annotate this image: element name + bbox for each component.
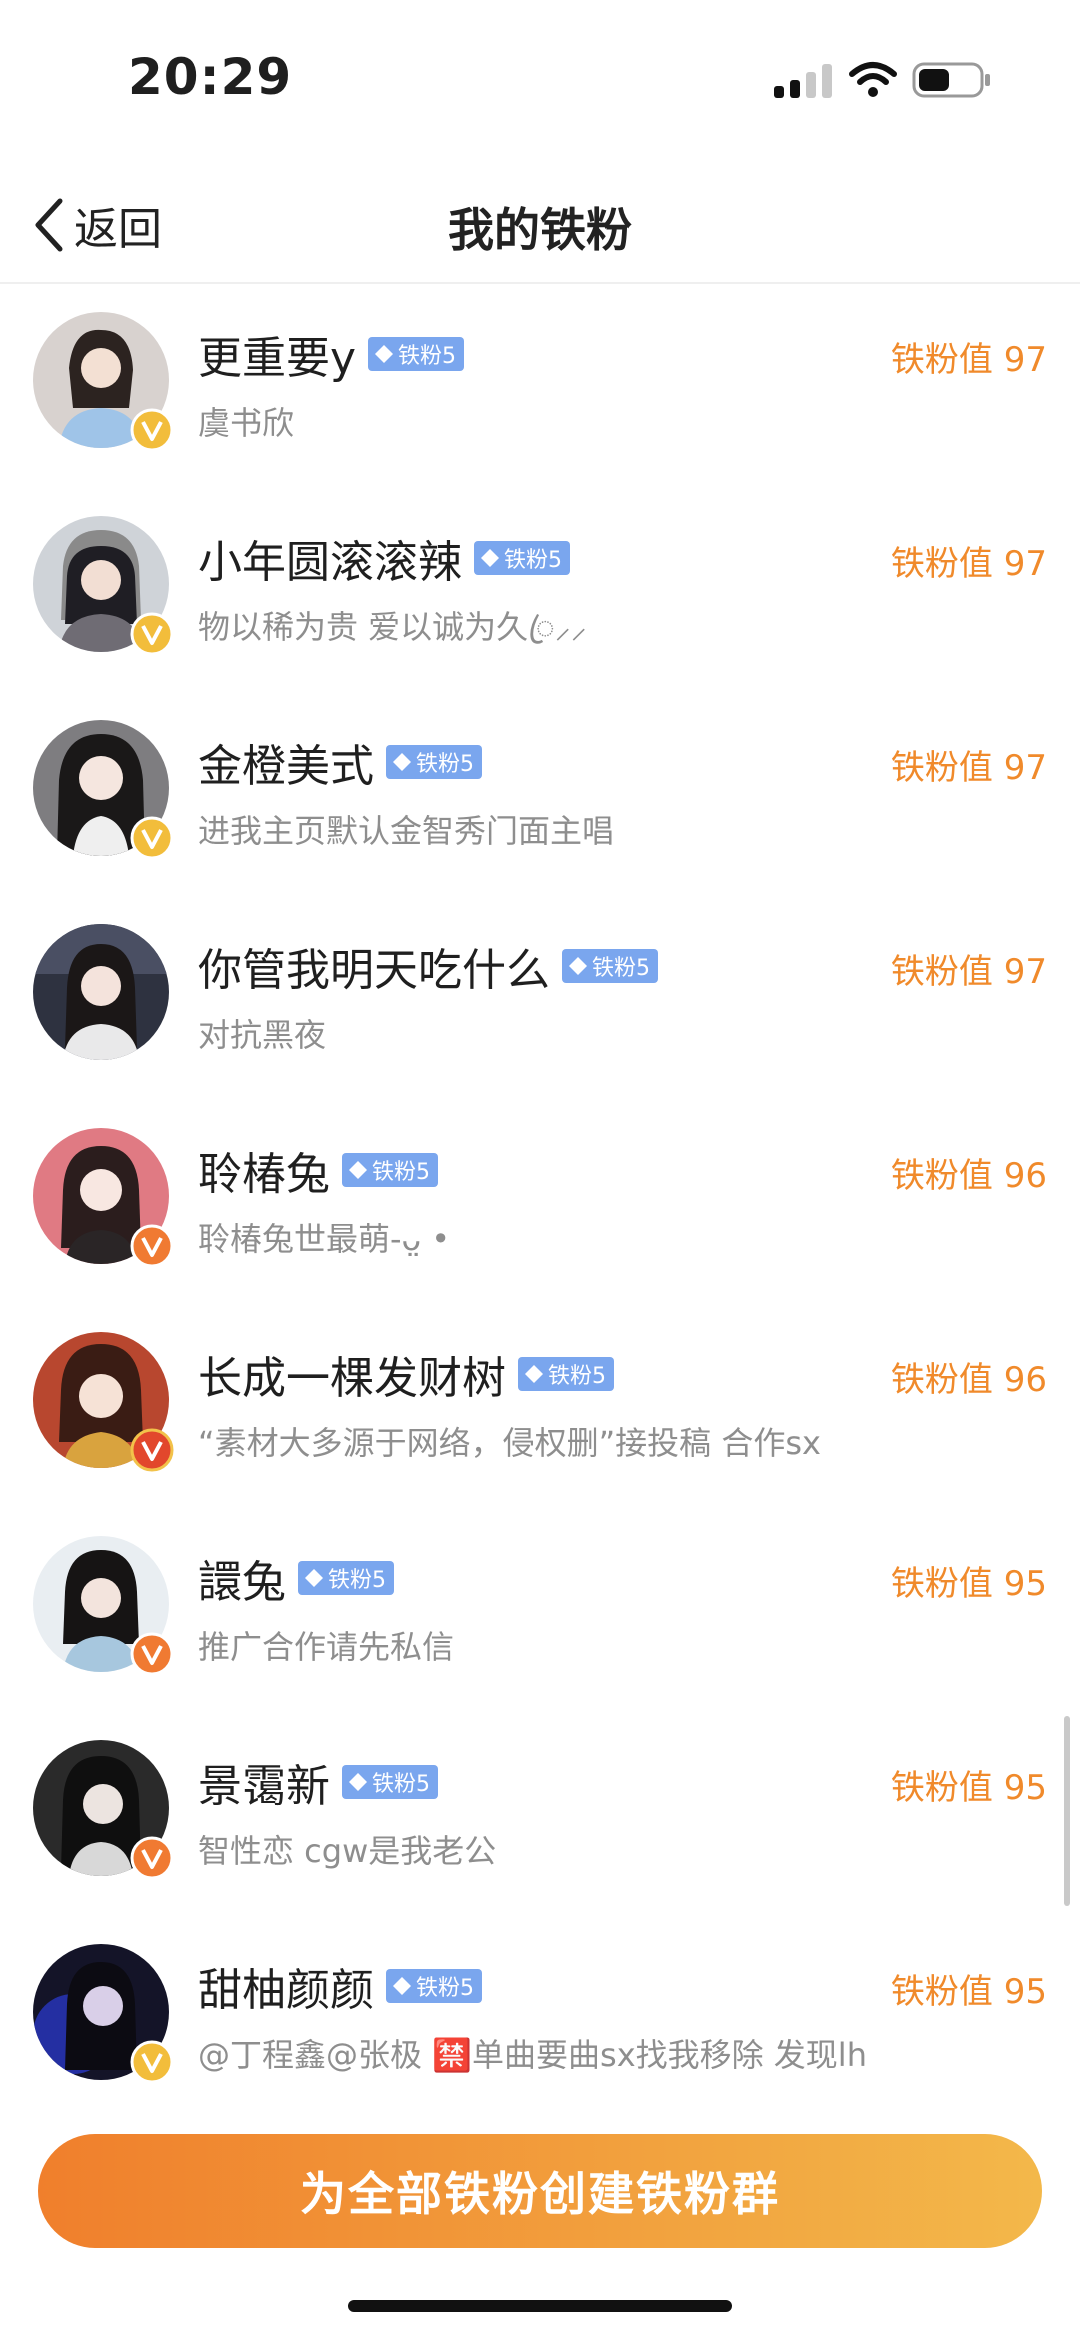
fan-level-tag: 铁粉5	[342, 1765, 438, 1799]
fan-name: 聆椿兔	[198, 1149, 330, 1200]
fan-level-label: 铁粉5	[372, 1160, 430, 1185]
fan-level-label: 铁粉5	[416, 1976, 474, 2001]
diamond-icon	[393, 753, 411, 771]
diamond-icon	[375, 345, 394, 363]
cellular-signal-icon	[774, 64, 832, 98]
fan-bio: 进我主页默认金智秀门面主唱	[198, 812, 615, 850]
diamond-icon	[481, 549, 499, 567]
fan-row[interactable]: 小年圆滚滚辣 铁粉5 铁粉值 97 物以稀为贵 爱以诚为久ꦿ⸝⸝	[0, 488, 1080, 691]
fan-score: 铁粉值 97	[890, 952, 1047, 992]
v-verified-icon	[130, 1836, 174, 1880]
fan-row[interactable]: 更重要y 铁粉5 铁粉值 97 虞书欣	[0, 284, 1080, 487]
battery-icon	[912, 62, 990, 98]
fan-name: 景霭新	[198, 1761, 330, 1812]
fan-level-label: 铁粉5	[548, 1364, 606, 1389]
fan-level-label: 铁粉5	[416, 752, 474, 777]
fan-bio: 智性恋 cgw是我老公	[198, 1832, 497, 1870]
wifi-icon	[849, 62, 897, 97]
fan-name: 金橙美式	[198, 741, 374, 792]
create-fan-group-button[interactable]: 为全部铁粉创建铁粉群	[38, 2134, 1042, 2248]
fan-score: 铁粉值 97	[890, 340, 1047, 380]
v-verified-icon	[130, 1224, 174, 1268]
fan-row[interactable]: 聆椿兔 铁粉5 铁粉值 96 聆椿兔世最萌-ᴗ̤ •	[0, 1100, 1080, 1303]
fan-level-label: 铁粉5	[328, 1568, 386, 1593]
fan-level-tag: 铁粉5	[474, 541, 570, 575]
fan-level-tag: 铁粉5	[386, 1969, 482, 2003]
v-verified-icon	[130, 1428, 174, 1472]
fan-score: 铁粉值 95	[890, 1972, 1047, 2012]
diamond-icon	[349, 1161, 367, 1179]
fan-bio: “素材大多源于网络，侵权删”接投稿 合作sx	[198, 1424, 821, 1462]
v-verified-icon	[130, 816, 174, 860]
fan-row[interactable]: 譞兔 铁粉5 铁粉值 95 推广合作请先私信	[0, 1508, 1080, 1711]
fan-level-tag: 铁粉5	[518, 1357, 614, 1391]
fan-level-tag: 铁粉5	[298, 1561, 394, 1595]
fan-row[interactable]: 景霭新 铁粉5 铁粉值 95 智性恋 cgw是我老公	[0, 1712, 1080, 1915]
v-verified-icon	[130, 2040, 174, 2084]
fan-row[interactable]: 长成一棵发财树 铁粉5 铁粉值 96 “素材大多源于网络，侵权删”接投稿 合作s…	[0, 1304, 1080, 1507]
v-verified-icon	[130, 1632, 174, 1676]
fan-level-tag: 铁粉5	[386, 745, 482, 779]
fan-level-tag: 铁粉5	[368, 337, 465, 371]
fan-score: 铁粉值 97	[890, 748, 1047, 788]
diamond-icon	[525, 1365, 543, 1383]
fan-level-label: 铁粉5	[372, 1772, 430, 1797]
scrollbar[interactable]	[1064, 1716, 1070, 1906]
fan-bio: 聆椿兔世最萌-ᴗ̤ •	[198, 1220, 451, 1258]
fan-score: 铁粉值 96	[890, 1156, 1047, 1196]
status-bar: 20:29	[0, 0, 1080, 150]
fan-bio: 虞书欣	[198, 404, 295, 442]
fan-level-label: 铁粉5	[398, 344, 457, 369]
fan-score: 铁粉值 97	[890, 544, 1047, 584]
diamond-icon	[569, 957, 587, 975]
fan-level-label: 铁粉5	[592, 956, 650, 981]
fan-score: 铁粉值 96	[890, 1360, 1047, 1400]
home-indicator[interactable]	[348, 2300, 732, 2312]
status-time: 20:29	[128, 48, 293, 106]
fan-row[interactable]: 你管我明天吃什么 铁粉5 铁粉值 97 对抗黑夜	[0, 896, 1080, 1099]
fan-level-tag: 铁粉5	[342, 1153, 438, 1187]
fan-name: 小年圆滚滚辣	[198, 537, 462, 588]
v-verified-icon	[130, 408, 174, 452]
fan-level-label: 铁粉5	[504, 548, 562, 573]
fan-name: 更重要y	[198, 333, 357, 384]
nav-bar: 返回 我的铁粉	[0, 150, 1080, 284]
fan-row[interactable]: 金橙美式 铁粉5 铁粉值 97 进我主页默认金智秀门面主唱	[0, 692, 1080, 895]
fan-bio: 推广合作请先私信	[198, 1628, 455, 1666]
fan-name: 甜柚颜颜	[198, 1965, 374, 2016]
fan-name: 你管我明天吃什么	[198, 945, 550, 996]
fan-bio: 物以稀为贵 爱以诚为久ꦿ⸝⸝	[198, 608, 587, 646]
fan-name: 譞兔	[198, 1557, 286, 1608]
page-title: 我的铁粉	[448, 203, 632, 257]
diamond-icon	[305, 1569, 323, 1587]
v-verified-icon	[130, 612, 174, 656]
fan-score: 铁粉值 95	[890, 1768, 1047, 1808]
fan-score: 铁粉值 95	[890, 1564, 1047, 1604]
fan-level-tag: 铁粉5	[562, 949, 658, 983]
avatar-image	[33, 924, 169, 1060]
fan-row[interactable]: 甜柚颜颜 铁粉5 铁粉值 95 @丁程鑫@张极 🈲单曲要曲sx找我移除 发现lh	[0, 1916, 1080, 2119]
diamond-icon	[393, 1977, 411, 1995]
fan-name: 长成一棵发财树	[198, 1353, 506, 1404]
avatar[interactable]	[33, 924, 169, 1060]
fan-bio: 对抗黑夜	[198, 1016, 327, 1054]
fan-bio: @丁程鑫@张极 🈲单曲要曲sx找我移除 发现lh	[198, 2036, 867, 2074]
diamond-icon	[349, 1773, 367, 1791]
